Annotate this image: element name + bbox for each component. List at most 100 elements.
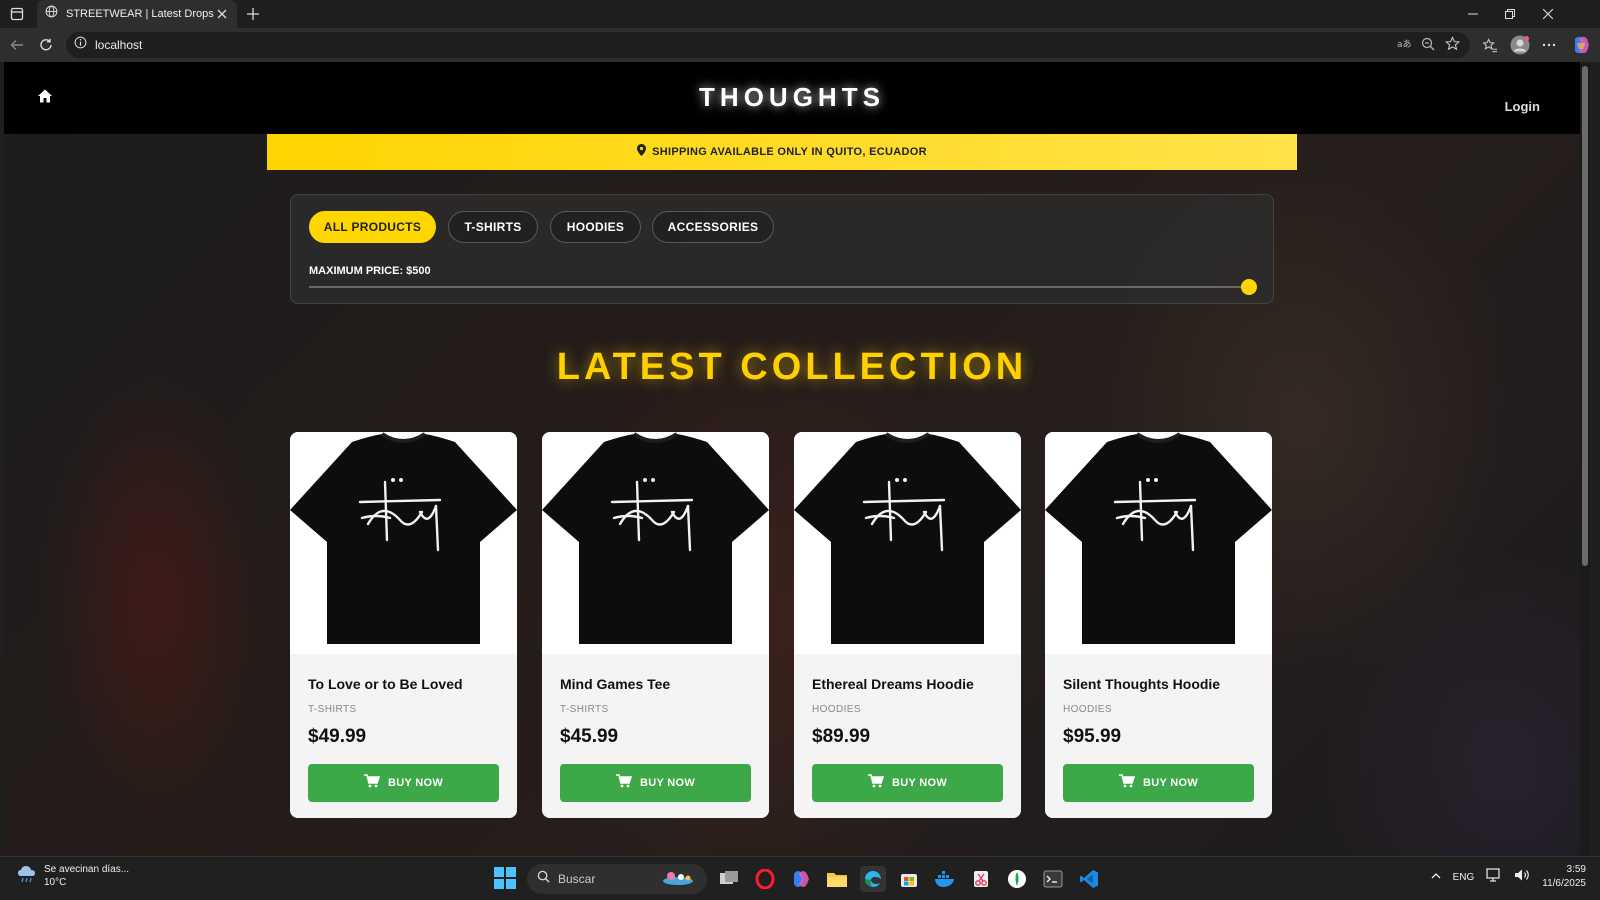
clock-date: 11/6/2025	[1542, 878, 1586, 889]
buy-now-button[interactable]: BUY NOW	[1063, 764, 1254, 802]
product-image[interactable]	[794, 432, 1021, 654]
edge-icon[interactable]	[860, 866, 886, 892]
browser-tab[interactable]: STREETWEAR | Latest Drops	[37, 0, 237, 28]
product-card[interactable]: Silent Thoughts Hoodie HOODIES $95.99 BU…	[1045, 432, 1272, 818]
tab-title: STREETWEAR | Latest Drops	[66, 8, 214, 20]
product-info: Ethereal Dreams Hoodie HOODIES $89.99 BU…	[794, 654, 1021, 818]
language-indicator[interactable]: ENG	[1453, 872, 1475, 883]
product-image[interactable]	[290, 432, 517, 654]
product-image[interactable]	[1045, 432, 1272, 654]
product-image[interactable]	[542, 432, 769, 654]
shopping-cart-icon	[615, 773, 633, 793]
location-pin-icon	[637, 143, 647, 161]
globe-icon	[45, 5, 58, 23]
buy-now-button[interactable]: BUY NOW	[812, 764, 1003, 802]
network-icon[interactable]	[1486, 867, 1502, 887]
search-icon	[537, 870, 550, 888]
system-clock[interactable]: 3:59 11/6/2025	[1542, 863, 1586, 891]
more-options-icon[interactable]	[1540, 36, 1558, 54]
brand-logo[interactable]: THOUGHTS	[4, 82, 1580, 113]
profile-avatar[interactable]	[1509, 34, 1531, 56]
zoom-out-icon[interactable]	[1421, 37, 1435, 56]
shopping-cart-icon	[363, 773, 381, 793]
buy-now-button[interactable]: BUY NOW	[560, 764, 751, 802]
windows-start-icon[interactable]	[494, 867, 518, 891]
favorite-star-icon[interactable]	[1444, 36, 1461, 56]
file-explorer-icon[interactable]	[824, 866, 850, 892]
site-header: THOUGHTS Login	[4, 62, 1580, 134]
product-info: Silent Thoughts Hoodie HOODIES $95.99 BU…	[1045, 654, 1272, 818]
buy-now-label: BUY NOW	[639, 777, 696, 789]
scrollbar-thumb[interactable]	[1582, 66, 1588, 566]
task-view-icon[interactable]	[716, 866, 742, 892]
volume-icon[interactable]	[1514, 868, 1530, 887]
browser-tab-bar: STREETWEAR | Latest Drops	[0, 0, 1600, 28]
shipping-text: SHIPPING AVAILABLE ONLY IN QUITO, ECUADO…	[652, 146, 927, 158]
opera-icon[interactable]	[752, 866, 778, 892]
max-price-label: MAXIMUM PRICE: $500	[309, 265, 431, 277]
weather-cloud-icon	[16, 864, 38, 889]
page-scrollbar[interactable]	[1580, 62, 1590, 856]
weather-temperature: 10°C	[44, 877, 67, 888]
copilot-app-icon[interactable]	[788, 866, 814, 892]
price-slider-handle[interactable]	[1241, 279, 1257, 295]
product-category: T-SHIRTS	[560, 704, 609, 715]
product-name[interactable]: Silent Thoughts Hoodie	[1063, 676, 1220, 692]
close-window-icon[interactable]	[1538, 4, 1558, 24]
new-tab-icon[interactable]	[244, 5, 262, 23]
snipping-tool-icon[interactable]	[968, 866, 994, 892]
translate-icon[interactable]: aあ	[1397, 37, 1412, 56]
product-name[interactable]: To Love or to Be Loved	[308, 676, 463, 692]
price-slider-track[interactable]	[309, 286, 1249, 288]
favorites-icon[interactable]	[1481, 36, 1499, 54]
product-info: To Love or to Be Loved T-SHIRTS $49.99 B…	[290, 654, 517, 818]
back-icon[interactable]	[8, 36, 26, 54]
svg-text:aあ: aあ	[1397, 39, 1411, 50]
product-card[interactable]: Mind Games Tee T-SHIRTS $45.99 BUY NOW	[542, 432, 769, 818]
taskbar-search[interactable]: Buscar	[527, 864, 707, 894]
reload-icon[interactable]	[37, 36, 55, 54]
browser-toolbar: localhost aあ	[0, 28, 1600, 62]
system-tray: ENG 3:59 11/6/2025	[1431, 863, 1586, 891]
buy-now-label: BUY NOW	[1142, 777, 1199, 789]
address-field[interactable]: localhost aあ	[66, 32, 1470, 58]
product-info: Mind Games Tee T-SHIRTS $45.99 BUY NOW	[542, 654, 769, 818]
taskbar: Se avecinan días... 10°C Buscar ENG 3:59…	[0, 856, 1600, 900]
filter-hoodies[interactable]: HOODIES	[550, 211, 641, 243]
restore-icon[interactable]	[1500, 4, 1520, 24]
minimize-icon[interactable]	[1463, 4, 1483, 24]
product-category: HOODIES	[1063, 704, 1112, 715]
mongodb-compass-icon[interactable]	[1004, 866, 1030, 892]
search-placeholder: Buscar	[558, 872, 596, 886]
buy-now-button[interactable]: BUY NOW	[308, 764, 499, 802]
weather-widget[interactable]: Se avecinan días... 10°C	[16, 863, 129, 889]
search-highlight-icon	[661, 868, 695, 891]
filter-accessories[interactable]: ACCESSORIES	[652, 211, 774, 243]
clock-time: 3:59	[1566, 864, 1586, 875]
product-price: $89.99	[812, 726, 871, 747]
chevron-up-icon[interactable]	[1431, 868, 1441, 886]
buy-now-label: BUY NOW	[891, 777, 948, 789]
shopping-cart-icon	[1118, 773, 1136, 793]
weather-forecast: Se avecinan días...	[44, 864, 130, 875]
buy-now-label: BUY NOW	[387, 777, 444, 789]
product-card[interactable]: Ethereal Dreams Hoodie HOODIES $89.99 BU…	[794, 432, 1021, 818]
filter-all-products[interactable]: ALL PRODUCTS	[309, 211, 436, 243]
copilot-icon[interactable]	[1571, 35, 1591, 55]
product-price: $95.99	[1063, 726, 1122, 747]
microsoft-store-icon[interactable]	[896, 866, 922, 892]
vscode-icon[interactable]	[1076, 866, 1102, 892]
close-tab-icon[interactable]	[215, 7, 229, 21]
terminal-icon[interactable]	[1040, 866, 1066, 892]
login-link[interactable]: Login	[1505, 99, 1540, 114]
product-price: $49.99	[308, 726, 367, 747]
docker-icon[interactable]	[932, 866, 958, 892]
filter-t-shirts[interactable]: T-SHIRTS	[448, 211, 538, 243]
product-card[interactable]: To Love or to Be Loved T-SHIRTS $49.99 B…	[290, 432, 517, 818]
filter-panel: ALL PRODUCTS T-SHIRTS HOODIES ACCESSORIE…	[290, 194, 1274, 304]
info-icon[interactable]	[74, 36, 87, 54]
section-title: LATEST COLLECTION	[556, 346, 1028, 388]
tab-actions-icon[interactable]	[8, 5, 26, 23]
product-name[interactable]: Ethereal Dreams Hoodie	[812, 676, 974, 692]
product-name[interactable]: Mind Games Tee	[560, 676, 670, 692]
